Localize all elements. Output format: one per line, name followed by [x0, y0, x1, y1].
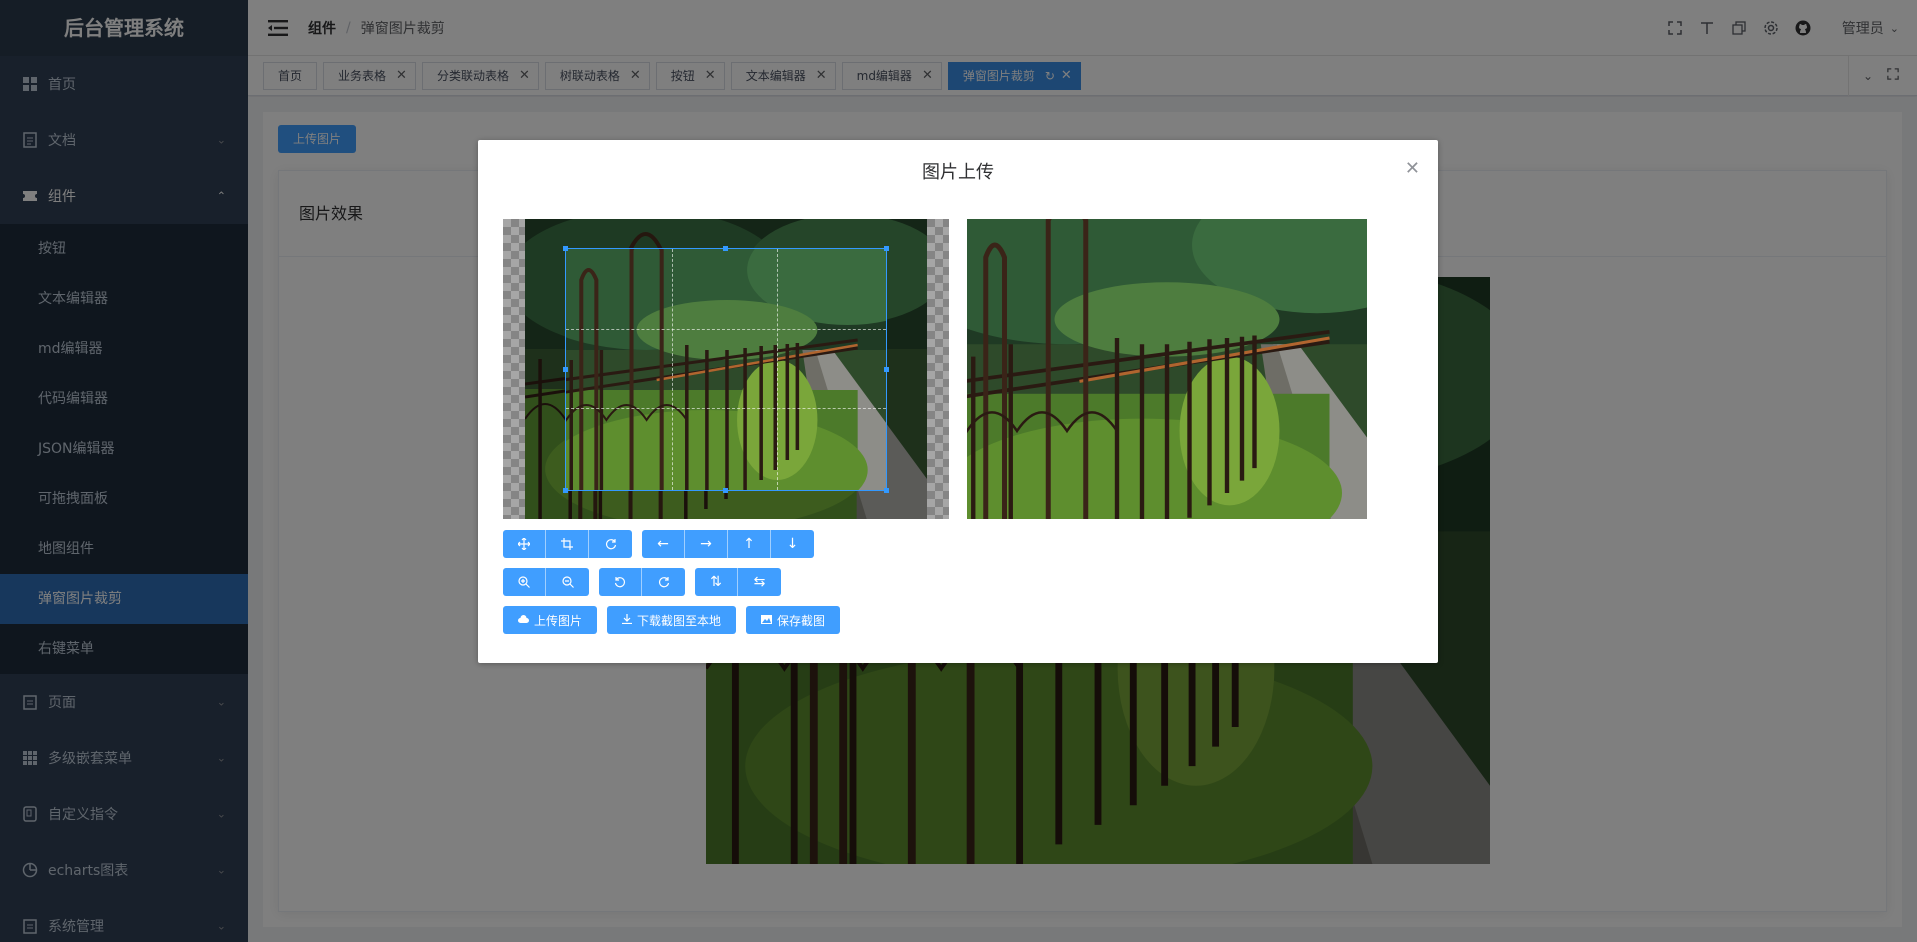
picture-icon [761, 613, 773, 627]
arrow-right-icon[interactable]: → [685, 530, 728, 558]
crop-guide-line [671, 249, 673, 490]
zoom-out-icon[interactable] [546, 568, 589, 596]
cropper[interactable] [503, 219, 949, 519]
rotate-group [599, 568, 685, 596]
arrow-up-icon[interactable]: ↑ [728, 530, 771, 558]
crop-handle[interactable] [884, 246, 889, 251]
crop-handle[interactable] [884, 488, 889, 493]
cloud-upload-icon [518, 613, 529, 627]
close-icon[interactable]: ✕ [1405, 158, 1420, 179]
crop-handle[interactable] [563, 367, 568, 372]
mode-group [503, 530, 632, 558]
crop-guide-line [566, 328, 886, 330]
crop-icon[interactable] [546, 530, 589, 558]
zoom-in-icon[interactable] [503, 568, 546, 596]
upload-dialog: 图片上传 ✕ ← → ↑ ↓ ⇅ ⇆ 上传图片 下载截图至本地 保存截图 [478, 140, 1438, 663]
rotate-right-icon[interactable] [642, 568, 685, 596]
download-button-label: 下载截图至本地 [637, 613, 722, 628]
download-icon [622, 613, 633, 627]
crop-handle[interactable] [563, 488, 568, 493]
arrow-down-icon[interactable]: ↓ [771, 530, 814, 558]
flip-vertical-icon[interactable]: ⇅ [695, 568, 738, 596]
toolbar-row-1: ← → ↑ ↓ [503, 530, 814, 558]
crop-handle[interactable] [563, 246, 568, 251]
zoom-group [503, 568, 589, 596]
dialog-title: 图片上传 [922, 162, 994, 183]
crop-handle[interactable] [723, 488, 728, 493]
crop-handle[interactable] [884, 367, 889, 372]
crop-guide-line [777, 249, 779, 490]
move-icon[interactable] [503, 530, 546, 558]
crop-box-image [565, 248, 887, 491]
arrow-left-icon[interactable]: ← [642, 530, 685, 558]
toolbar-row-3: 上传图片 下载截图至本地 保存截图 [503, 606, 841, 634]
crop-preview [967, 219, 1367, 519]
crop-handle[interactable] [723, 246, 728, 251]
reset-icon[interactable] [589, 530, 632, 558]
crop-box[interactable] [565, 248, 887, 491]
crop-guide-line [566, 408, 886, 410]
flip-group: ⇅ ⇆ [695, 568, 781, 596]
move-group: ← → ↑ ↓ [642, 530, 814, 558]
save-button-label: 保存截图 [777, 613, 826, 628]
toolbar-row-2: ⇅ ⇆ [503, 568, 781, 596]
flip-horizontal-icon[interactable]: ⇆ [738, 568, 781, 596]
rotate-left-icon[interactable] [599, 568, 642, 596]
download-button[interactable]: 下载截图至本地 [607, 606, 737, 634]
upload-button[interactable]: 上传图片 [503, 606, 598, 634]
upload-button-label: 上传图片 [534, 613, 583, 628]
save-button[interactable]: 保存截图 [746, 606, 841, 634]
